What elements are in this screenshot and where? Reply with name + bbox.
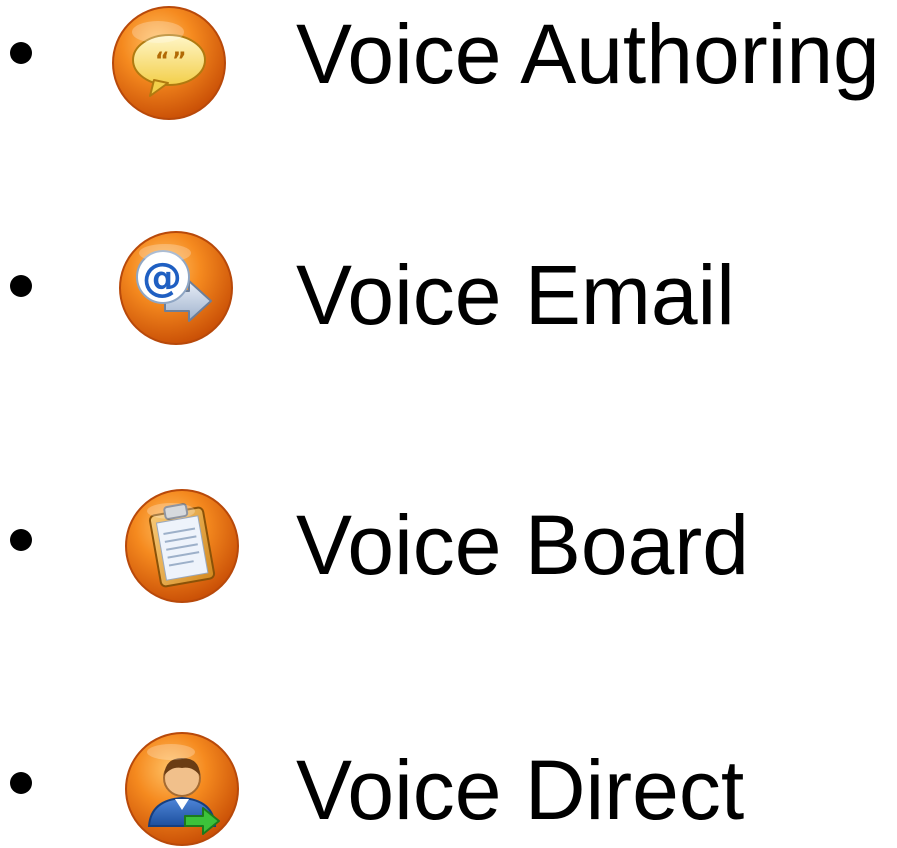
speech-bubble-quote-icon: “ ”: [110, 4, 228, 122]
item-label: Voice Email: [296, 248, 735, 342]
voice-tools-list: “ ” Voice Authoring @ Voice Email Voice …: [0, 0, 897, 848]
list-item-voice-email: @ Voice Email: [0, 225, 897, 345]
bullet-dot: [10, 529, 32, 551]
item-label: Voice Direct: [296, 743, 745, 837]
email-at-arrow-icon: @: [117, 229, 235, 347]
clipboard-icon: [123, 487, 241, 605]
list-item-voice-direct: Voice Direct: [0, 728, 897, 848]
svg-text:”: ”: [172, 49, 186, 74]
list-item-voice-authoring: “ ” Voice Authoring: [0, 0, 897, 120]
svg-text:“: “: [155, 49, 169, 74]
list-item-voice-board: Voice Board: [0, 485, 897, 605]
bullet-dot: [10, 772, 32, 794]
item-label: Voice Board: [296, 498, 749, 592]
user-arrow-icon: [123, 730, 241, 848]
bullet-dot: [10, 275, 32, 297]
bullet-dot: [10, 42, 32, 64]
item-label: Voice Authoring: [296, 7, 880, 101]
